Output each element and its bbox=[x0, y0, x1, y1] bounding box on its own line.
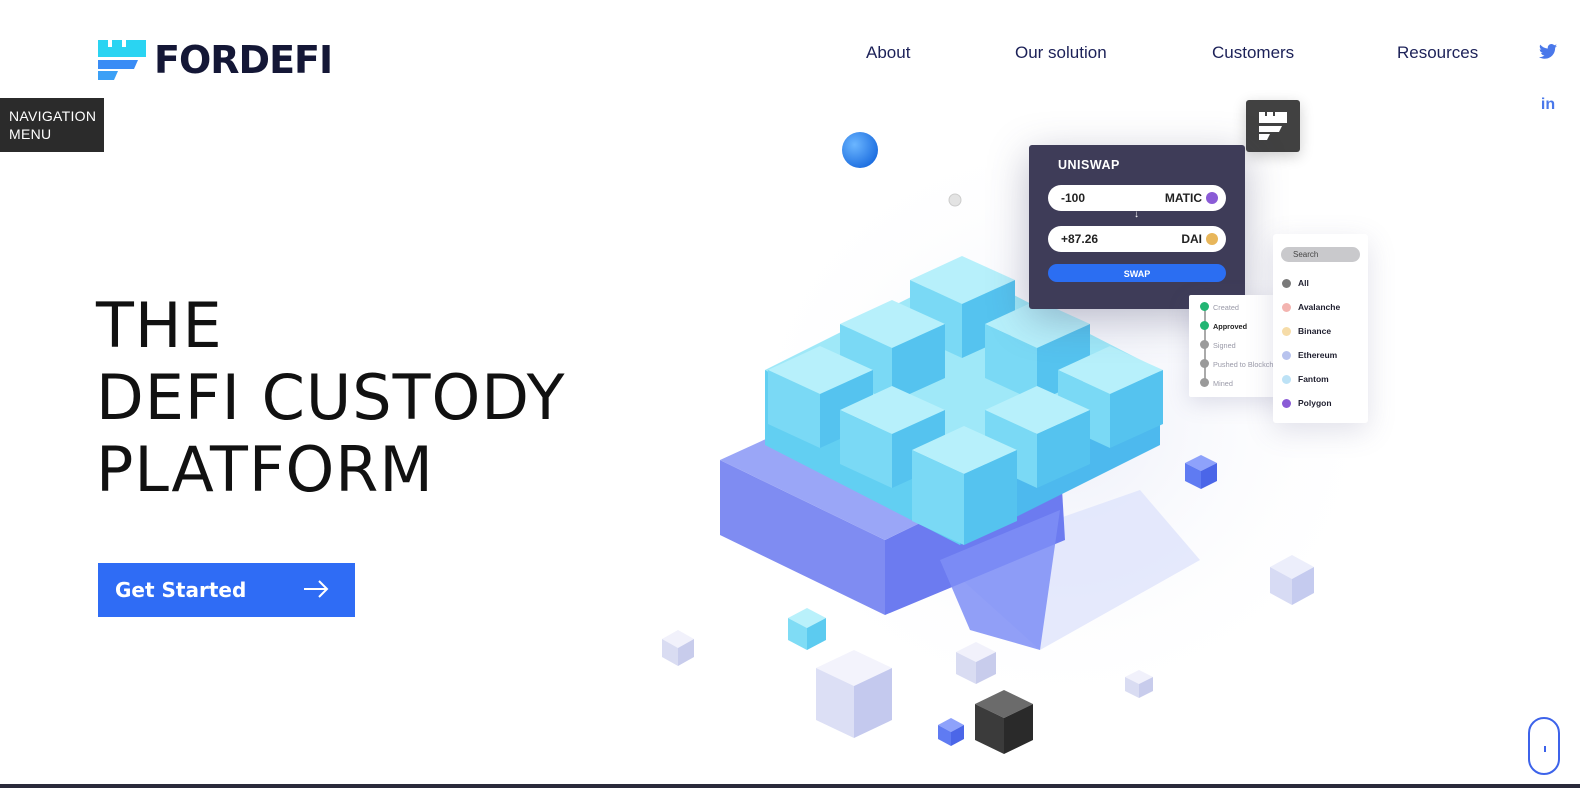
nav-link-customers[interactable]: Customers bbox=[1212, 43, 1294, 63]
binance-icon bbox=[1282, 327, 1291, 336]
polygon-icon bbox=[1282, 399, 1291, 408]
status-node-approved-icon bbox=[1200, 321, 1209, 330]
status-step-mined: Mined bbox=[1213, 379, 1233, 388]
get-started-button[interactable]: Get Started bbox=[98, 563, 355, 617]
swap-from-token: MATIC bbox=[1164, 191, 1202, 205]
get-started-label: Get Started bbox=[115, 578, 247, 602]
navigation-menu-label-line2: MENU bbox=[9, 126, 52, 142]
chain-item-polygon[interactable]: Polygon bbox=[1298, 398, 1332, 408]
swap-from-amount: -100 bbox=[1061, 191, 1086, 205]
swap-button[interactable]: SWAP bbox=[1048, 264, 1226, 282]
chain-item-all[interactable]: All bbox=[1298, 278, 1309, 288]
status-node-signed-icon bbox=[1200, 340, 1209, 349]
status-step-signed: Signed bbox=[1213, 341, 1236, 350]
chain-all-icon bbox=[1282, 279, 1291, 288]
bottom-border bbox=[0, 784, 1580, 788]
ethereum-icon bbox=[1282, 351, 1291, 360]
swap-from-field[interactable]: -100 MATIC bbox=[1048, 185, 1226, 211]
navigation-menu-button[interactable]: NAVIGATION MENU bbox=[0, 98, 104, 152]
status-node-pushed-icon bbox=[1200, 359, 1209, 368]
fordefi-app-badge bbox=[1246, 100, 1300, 152]
uniswap-swap-card: UNISWAP -100 MATIC ↓ +87.26 DAI SWAP bbox=[1029, 145, 1245, 309]
fantom-icon bbox=[1282, 375, 1291, 384]
status-step-created: Created bbox=[1213, 303, 1239, 312]
hero-headline-line2: DEFI CUSTODY bbox=[96, 361, 566, 434]
chain-item-fantom[interactable]: Fantom bbox=[1298, 374, 1329, 384]
scroll-wheel-icon bbox=[1544, 746, 1546, 752]
hero-illustration bbox=[662, 120, 1390, 754]
hero-headline: THE DEFI CUSTODY PLATFORM bbox=[96, 290, 566, 506]
twitter-icon[interactable] bbox=[1538, 44, 1558, 64]
dai-token-icon bbox=[1206, 233, 1218, 245]
hero-headline-line1: THE bbox=[96, 289, 223, 362]
avalanche-icon bbox=[1282, 303, 1291, 312]
nav-link-about[interactable]: About bbox=[866, 43, 910, 63]
status-node-created-icon bbox=[1200, 302, 1209, 311]
status-step-approved: Approved bbox=[1213, 322, 1248, 331]
top-navigation: About Our solution Customers Resources bbox=[0, 43, 1580, 63]
navigation-menu-label-line1: NAVIGATION bbox=[9, 108, 97, 124]
status-node-mined-icon bbox=[1200, 378, 1209, 387]
nav-link-our-solution[interactable]: Our solution bbox=[1015, 43, 1107, 63]
scroll-down-indicator[interactable] bbox=[1528, 717, 1560, 775]
chain-item-avalanche[interactable]: Avalanche bbox=[1298, 302, 1340, 312]
swap-to-token: DAI bbox=[1181, 232, 1202, 246]
swap-to-amount: +87.26 bbox=[1061, 232, 1099, 246]
chain-selector-card: Search All Avalanche Binance Ethereum Fa… bbox=[1273, 234, 1368, 423]
nav-link-resources[interactable]: Resources bbox=[1397, 43, 1478, 63]
fordefi-logo-mark-icon bbox=[1259, 112, 1287, 140]
chain-item-binance[interactable]: Binance bbox=[1298, 326, 1331, 336]
hero-headline-line3: PLATFORM bbox=[96, 433, 434, 506]
linkedin-icon[interactable]: in bbox=[1538, 96, 1558, 114]
floating-sphere-blue bbox=[842, 132, 878, 168]
chain-search-input[interactable]: Search bbox=[1281, 247, 1360, 262]
swap-to-field[interactable]: +87.26 DAI bbox=[1048, 226, 1226, 252]
matic-token-icon bbox=[1206, 192, 1218, 204]
swap-direction-arrow-icon: ↓ bbox=[1134, 209, 1139, 220]
uniswap-card-title: UNISWAP bbox=[1058, 158, 1120, 172]
arrow-right-icon bbox=[303, 579, 329, 604]
chain-item-ethereum[interactable]: Ethereum bbox=[1298, 350, 1337, 360]
